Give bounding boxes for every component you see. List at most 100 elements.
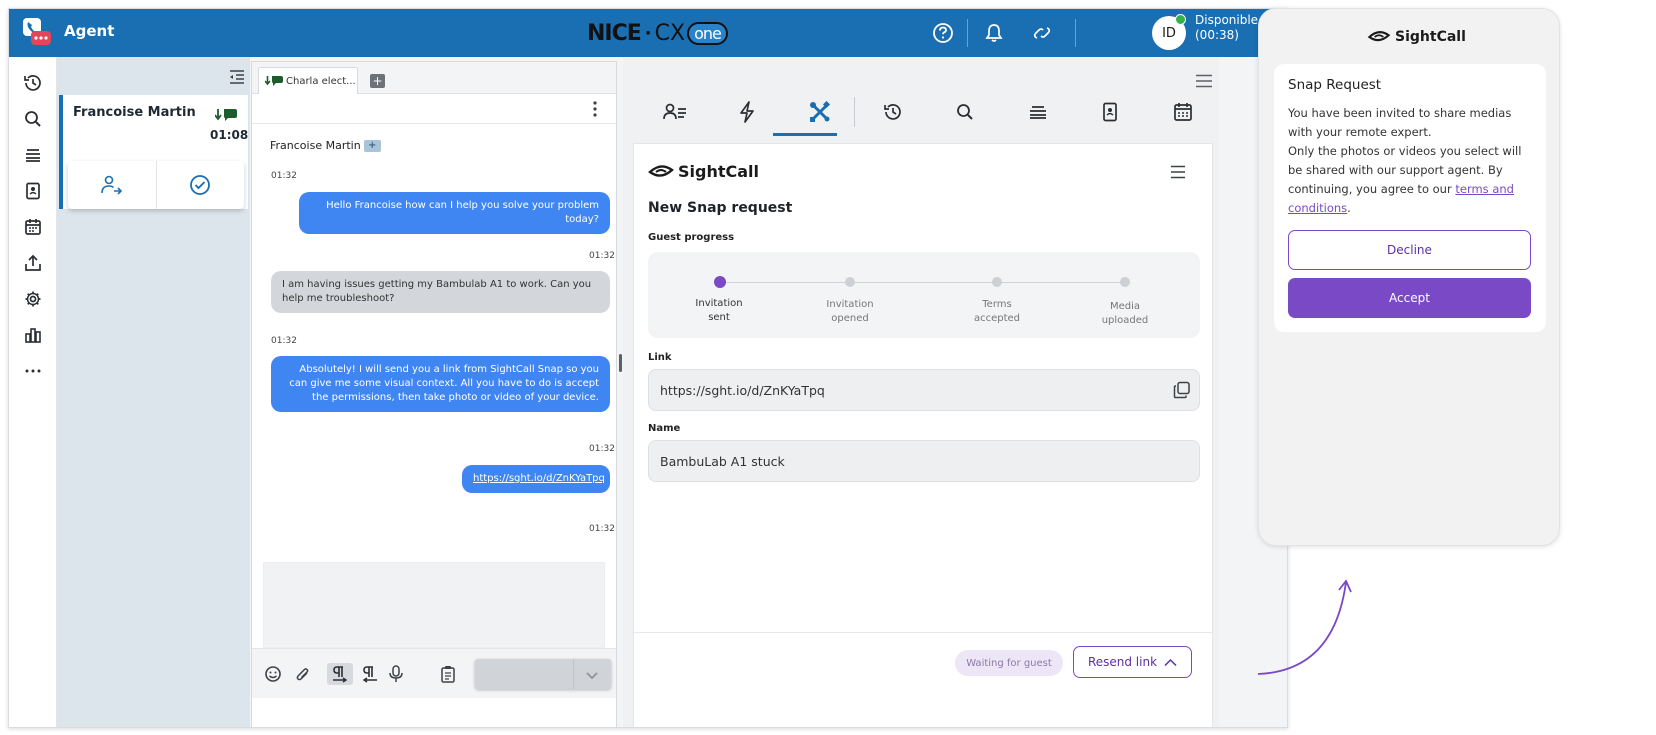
chat-toolbar	[252, 648, 616, 698]
message-time: 01:32	[589, 524, 615, 534]
step-label-line: Invitation	[695, 298, 743, 309]
address-book-icon[interactable]	[21, 179, 45, 203]
paragraph-ltr-icon[interactable]	[327, 663, 353, 685]
status-badge: Waiting for guest	[955, 650, 1063, 676]
history-icon[interactable]	[881, 100, 905, 124]
link-value: https://sght.io/d/ZnKYaTpq	[660, 382, 825, 398]
snap-link[interactable]: https://sght.io/d/ZnKYaTpq	[473, 473, 605, 484]
emoji-icon[interactable]	[262, 663, 284, 685]
chat-tab[interactable]: Charla elect...	[258, 67, 358, 94]
link-label: Link	[648, 352, 672, 363]
workspace-panel: SightCall New Snap request Guest progres…	[623, 57, 1219, 727]
paragraph-rtl-icon[interactable]	[359, 663, 381, 685]
contact-name: Francoise Martin	[73, 105, 196, 120]
chat-divider	[252, 123, 616, 124]
end-contact-button[interactable]	[155, 161, 245, 209]
agent-message: Hello Francoise how can I help you solve…	[299, 192, 610, 234]
tools-icon[interactable]	[808, 100, 832, 124]
agent-status[interactable]: Disponible (00:38)	[1195, 13, 1258, 43]
agent-message: Absolutely! I will send you a link from …	[271, 356, 610, 412]
hamburger-menu-icon[interactable]	[1195, 73, 1213, 92]
chevron-down-icon[interactable]	[585, 667, 599, 686]
customer-message: I am having issues getting my Bambulab A…	[271, 271, 610, 313]
chat-panel: Charla elect... + Francoise Martin + 01:…	[251, 61, 617, 727]
lightning-icon[interactable]	[735, 100, 759, 124]
snap-request-body: You have been invited to share medias wi…	[1288, 104, 1538, 218]
name-label: Name	[648, 423, 681, 434]
progress-step-dot	[1120, 277, 1130, 287]
message-compose-input[interactable]	[263, 562, 605, 648]
incoming-chat-icon	[214, 107, 237, 127]
add-tab-button[interactable]: +	[370, 74, 385, 88]
page-title: New Snap request	[648, 200, 793, 216]
hamburger-menu-icon[interactable]	[1170, 164, 1186, 183]
calendar-icon[interactable]	[21, 215, 45, 239]
app-launcher-icon[interactable]	[21, 17, 53, 49]
send-button[interactable]	[475, 659, 611, 689]
address-book-icon[interactable]	[1098, 100, 1122, 124]
step-label-line: Media	[1109, 301, 1141, 312]
panel-resize-handle[interactable]	[619, 354, 622, 372]
progress-step-label: Invitation sent	[684, 297, 754, 325]
workspace-tabs	[633, 93, 1213, 136]
link-field[interactable]: https://sght.io/d/ZnKYaTpq	[648, 369, 1200, 411]
sightcall-logo: SightCall	[648, 162, 759, 181]
microphone-icon[interactable]	[385, 663, 407, 685]
queue-icon[interactable]	[1026, 100, 1050, 124]
progress-step-label: Media uploaded	[1090, 300, 1160, 328]
calendar-icon[interactable]	[1171, 100, 1195, 124]
queue-icon[interactable]	[21, 143, 45, 167]
copy-icon[interactable]	[1173, 381, 1191, 402]
more-icon[interactable]	[21, 359, 45, 383]
transfer-button[interactable]	[68, 161, 156, 209]
active-tab-indicator	[773, 133, 837, 136]
contact-card-icon[interactable]	[663, 100, 687, 124]
topbar-divider	[1075, 19, 1076, 47]
name-field[interactable]: BambuLab A1 stuck	[648, 440, 1200, 482]
resend-link-button[interactable]: Resend link	[1073, 646, 1192, 678]
agent-desktop-window: Agent NICE · CX one ID Disponible (00:38…	[8, 8, 1288, 728]
settings-icon[interactable]	[21, 287, 45, 311]
add-participant-icon[interactable]: +	[363, 139, 381, 152]
snap-request-title: Snap Request	[1288, 77, 1382, 93]
search-icon[interactable]	[953, 100, 977, 124]
status-label: Disponible	[1195, 13, 1259, 27]
help-icon[interactable]	[931, 21, 955, 45]
app-title: Agent	[64, 22, 115, 40]
accept-button[interactable]: Accept	[1288, 278, 1531, 318]
sightcall-panel: SightCall New Snap request Guest progres…	[633, 143, 1213, 727]
pointer-arrow-icon	[1257, 579, 1352, 675]
chevron-up-icon	[1164, 658, 1177, 666]
sightcall-logo-icon	[648, 164, 674, 177]
contact-card[interactable]: Francoise Martin 01:08	[59, 95, 248, 209]
message-time: 01:32	[589, 444, 615, 454]
attachment-icon[interactable]	[292, 663, 314, 685]
step-label-line: opened	[831, 313, 869, 324]
bell-icon[interactable]	[982, 21, 1006, 45]
logo-nice-text: NICE	[587, 20, 642, 46]
progress-step-dot	[714, 276, 726, 288]
collapse-panel-icon[interactable]	[229, 69, 245, 88]
sightcall-logo: SightCall	[1367, 29, 1466, 45]
history-icon[interactable]	[21, 71, 45, 95]
upload-icon[interactable]	[21, 251, 45, 275]
step-label-line: sent	[708, 312, 730, 323]
topbar-divider	[967, 19, 968, 47]
logo-cx-text: CX	[654, 20, 686, 46]
chat-tab-bar: Charla elect... +	[252, 62, 616, 94]
decline-button[interactable]: Decline	[1288, 230, 1531, 270]
clipboard-icon[interactable]	[437, 663, 459, 685]
left-nav	[9, 57, 57, 727]
nice-cxone-logo: NICE · CX one	[587, 18, 728, 48]
progress-track	[720, 282, 1130, 283]
customer-name: Francoise Martin +	[270, 139, 381, 152]
sightcall-brand-text: SightCall	[678, 162, 760, 181]
link-broken-icon[interactable]	[1030, 21, 1054, 45]
body-end: .	[1347, 201, 1351, 215]
footer-divider	[634, 632, 1212, 633]
chart-icon[interactable]	[21, 323, 45, 347]
sightcall-logo-icon	[1367, 31, 1391, 42]
message-time: 01:32	[271, 336, 297, 346]
search-icon[interactable]	[21, 107, 45, 131]
kebab-menu-icon[interactable]	[592, 100, 598, 122]
